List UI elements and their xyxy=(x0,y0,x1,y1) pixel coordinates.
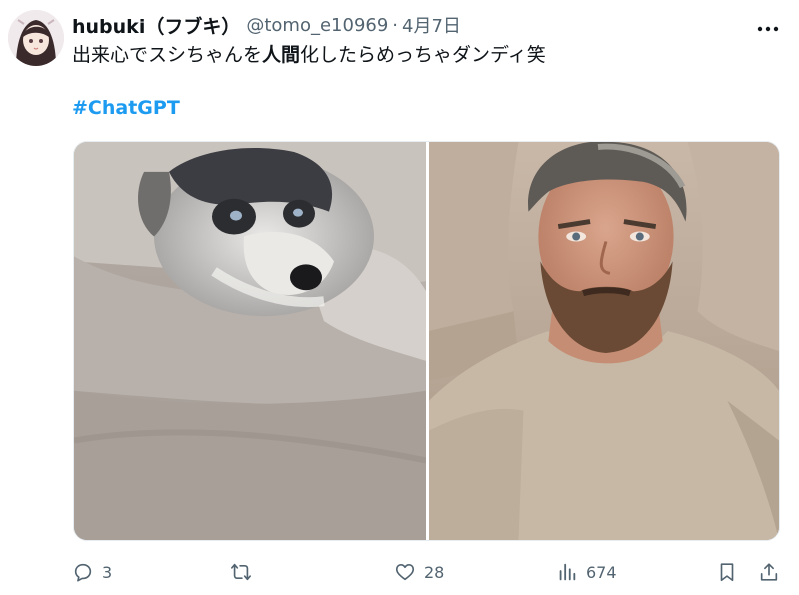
share-icon xyxy=(760,563,778,581)
more-icon[interactable] xyxy=(757,18,779,32)
man-photo-image xyxy=(429,142,779,540)
dog-photo-image xyxy=(74,142,426,540)
tweet-text: 出来心でスシちゃんを人間化したらめっちゃダンディ笑 xyxy=(72,41,546,69)
separator-dot: · xyxy=(392,14,399,36)
photo-dog[interactable] xyxy=(74,142,426,540)
retweet-icon xyxy=(231,563,251,581)
like-count: 28 xyxy=(424,562,445,582)
heart-icon xyxy=(395,564,415,581)
reply-count: 3 xyxy=(102,562,113,582)
tweet-text-part-1: 出来心でスシちゃんを xyxy=(72,44,263,66)
like-button[interactable]: 28 xyxy=(394,556,444,588)
user-handle[interactable]: @tomo_e10969 xyxy=(246,15,388,36)
photo-man[interactable] xyxy=(429,142,779,540)
views-icon xyxy=(559,563,576,581)
avatar-illustration xyxy=(8,10,64,66)
post-date[interactable]: 4月7日 xyxy=(402,12,461,38)
tweet-text-bold: 人間 xyxy=(262,44,301,66)
reply-icon xyxy=(74,563,92,582)
tweet-text-part-2: 化したらめっちゃダンディ笑 xyxy=(300,44,546,66)
bookmark-button[interactable] xyxy=(716,556,738,588)
views-button[interactable]: 674 xyxy=(556,556,617,588)
display-name[interactable]: hubuki（フブキ） xyxy=(72,12,240,39)
share-button[interactable] xyxy=(758,556,780,588)
tweet-header: hubuki（フブキ） @tomo_e10969 · 4月7日 xyxy=(72,12,461,38)
avatar[interactable] xyxy=(8,10,64,66)
media-grid xyxy=(73,141,780,541)
bookmark-icon xyxy=(720,563,734,582)
retweet-button[interactable] xyxy=(230,556,260,588)
tweet-actions: 3 28 674 xyxy=(72,556,784,588)
reply-button[interactable]: 3 xyxy=(72,556,112,588)
hashtag-link[interactable]: #ChatGPT xyxy=(72,97,180,119)
view-count: 674 xyxy=(586,562,617,582)
